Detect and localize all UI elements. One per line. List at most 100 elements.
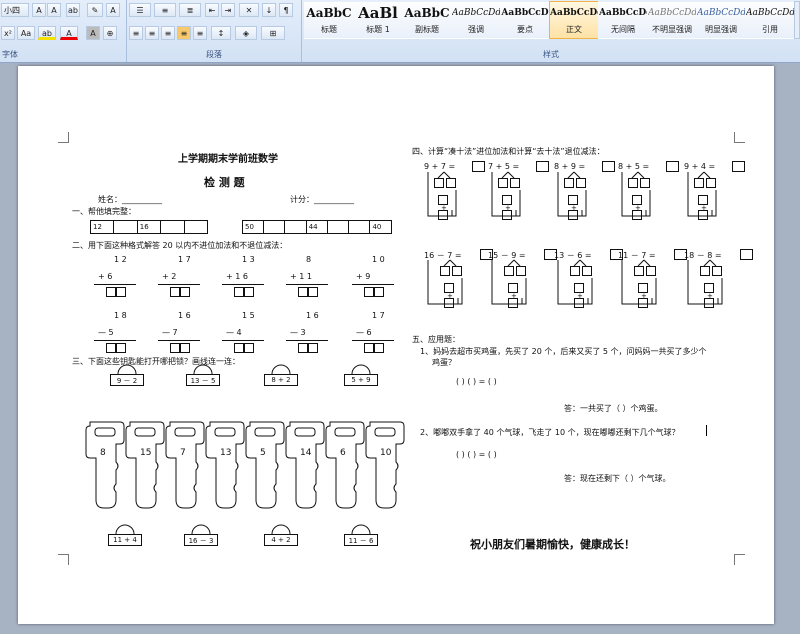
style-9[interactable]: AaBbCcDd 引用 [745, 1, 795, 39]
step-box[interactable] [646, 266, 656, 276]
enclose-char-icon[interactable]: ⊕ [103, 26, 117, 40]
style-5[interactable]: AaBbCcDd 正文 [549, 1, 599, 39]
operator-sign: + [577, 292, 583, 300]
char-border-icon[interactable]: A [106, 3, 120, 17]
step-box[interactable] [434, 178, 444, 188]
equation-label: 18 － 8 = [684, 251, 722, 260]
borders-icon[interactable]: ⊞ [261, 26, 285, 40]
step-box[interactable] [582, 266, 592, 276]
style-1[interactable]: AaBl 标题 1 [353, 1, 403, 39]
shrink-font-icon[interactable]: A [47, 3, 61, 17]
align-center-icon[interactable]: ≡ [145, 26, 159, 40]
style-7[interactable]: AaBbCcDd 不明显强调 [647, 1, 697, 39]
result-box[interactable] [740, 249, 753, 260]
align-left-icon[interactable]: ≡ [129, 26, 143, 40]
equation-label: 7 + 5 = [488, 162, 520, 171]
equation-label: 8 + 9 = [554, 162, 586, 171]
justify-icon[interactable]: ≡ [177, 26, 191, 40]
step-box[interactable] [640, 178, 650, 188]
operator-sign: + [701, 204, 707, 212]
decrease-indent-icon[interactable]: ⇤ [205, 3, 219, 17]
operator-sign: + [641, 292, 647, 300]
shading-icon[interactable]: ◈ [235, 26, 257, 40]
document-page[interactable]: 上学期期末学前班数学 检 测 题 姓名：__________ 计分：______… [18, 66, 774, 624]
clear-format-icon[interactable]: ✎ [87, 3, 103, 17]
style-sample: AaBbCcDd [599, 8, 647, 18]
show-marks-icon[interactable]: ¶ [279, 3, 293, 17]
chinese-layout-icon[interactable]: ✕ [239, 3, 259, 17]
operator-sign: + [707, 292, 713, 300]
operator-sign: + [441, 204, 447, 212]
result-box[interactable] [602, 161, 615, 172]
font-group: 小四 A A ab ✎ A x² Aa ab A A ⊕ 字体 [0, 0, 127, 62]
sort-icon[interactable]: ↓ [262, 3, 276, 17]
style-sample: AaBbCcDd [697, 8, 745, 18]
increase-indent-icon[interactable]: ⇥ [221, 3, 235, 17]
step-box[interactable] [452, 266, 462, 276]
style-name: 引用 [762, 25, 778, 34]
style-3[interactable]: AaBbCcDd 强调 [451, 1, 501, 39]
style-name: 标题 [321, 25, 337, 34]
styles-scroll[interactable] [794, 1, 800, 39]
multilevel-list-icon[interactable]: ≣ [179, 3, 201, 17]
style-name: 明显强调 [705, 25, 737, 34]
step-box[interactable] [510, 178, 520, 188]
result-box[interactable] [666, 161, 679, 172]
step-box[interactable] [712, 266, 722, 276]
style-6[interactable]: AaBbCcDd 无间隔 [598, 1, 648, 39]
style-name: 要点 [517, 25, 533, 34]
superscript-icon[interactable]: x² [1, 26, 15, 40]
style-sample: AaBbCcDd [550, 8, 598, 18]
step-box[interactable] [706, 178, 716, 188]
font-group-label: 字体 [2, 50, 18, 59]
line-spacing-icon[interactable]: ↕ [211, 26, 231, 40]
step-box[interactable] [628, 178, 638, 188]
style-name: 无间隔 [611, 25, 635, 34]
step-box[interactable] [564, 178, 574, 188]
result-box[interactable] [472, 161, 485, 172]
bullets-icon[interactable]: ☰ [129, 3, 151, 17]
answer-2: 答：现在还剩下（ ）个气球。 [564, 474, 671, 483]
styles-group: AaBbC 标题 AaBl 标题 1 AaBbC 副标题 AaBbCcDd 强调 AaBbCcD… [302, 0, 800, 62]
equation-label: 9 + 4 = [684, 162, 716, 171]
step-box[interactable] [446, 178, 456, 188]
step-box[interactable] [570, 266, 580, 276]
change-case-icon[interactable]: Aa [17, 26, 35, 40]
style-sample: AaBbCcD [501, 8, 549, 18]
method-diagrams [427, 171, 723, 305]
style-0[interactable]: AaBbC 标题 [304, 1, 354, 39]
text-cursor [706, 425, 707, 436]
paragraph-group: ☰ ≡ ≣ ⇤ ⇥ ✕ ↓ ¶ ≡ ≡ ≡ ≡ ≡ ↕ ◈ ⊞ 段落 [127, 0, 302, 62]
distributed-icon[interactable]: ≡ [193, 26, 207, 40]
question-2-formula: ( ) ( ) = ( ) [456, 450, 497, 459]
closing-message: 祝小朋友们暑期愉快，健康成长！ [470, 538, 635, 551]
style-name: 不明显强调 [652, 25, 692, 34]
style-name: 正文 [566, 25, 582, 34]
section-5-heading: 五、应用题： [412, 335, 460, 344]
step-box[interactable] [694, 178, 704, 188]
style-name: 强调 [468, 25, 484, 34]
style-name: 标题 1 [366, 25, 390, 34]
font-size-select[interactable]: 小四 [1, 3, 29, 17]
result-box[interactable] [536, 161, 549, 172]
style-sample: AaBbCcDd [648, 8, 696, 18]
step-box[interactable] [504, 266, 514, 276]
step-box[interactable] [498, 178, 508, 188]
result-box[interactable] [732, 161, 745, 172]
step-box[interactable] [700, 266, 710, 276]
style-2[interactable]: AaBbC 副标题 [402, 1, 452, 39]
step-box[interactable] [440, 266, 450, 276]
phonetic-guide-icon[interactable]: ab [66, 3, 80, 17]
highlight-icon[interactable]: ab [38, 26, 56, 40]
grow-font-icon[interactable]: A [32, 3, 46, 17]
style-sample: AaBbC [404, 6, 450, 20]
style-8[interactable]: AaBbCcDd 明显强调 [696, 1, 746, 39]
align-right-icon[interactable]: ≡ [161, 26, 175, 40]
style-4[interactable]: AaBbCcD 要点 [500, 1, 550, 39]
step-box[interactable] [576, 178, 586, 188]
char-shading-icon[interactable]: A [86, 26, 100, 40]
numbering-icon[interactable]: ≡ [154, 3, 176, 17]
step-box[interactable] [516, 266, 526, 276]
step-box[interactable] [634, 266, 644, 276]
font-color-icon[interactable]: A [60, 26, 78, 40]
